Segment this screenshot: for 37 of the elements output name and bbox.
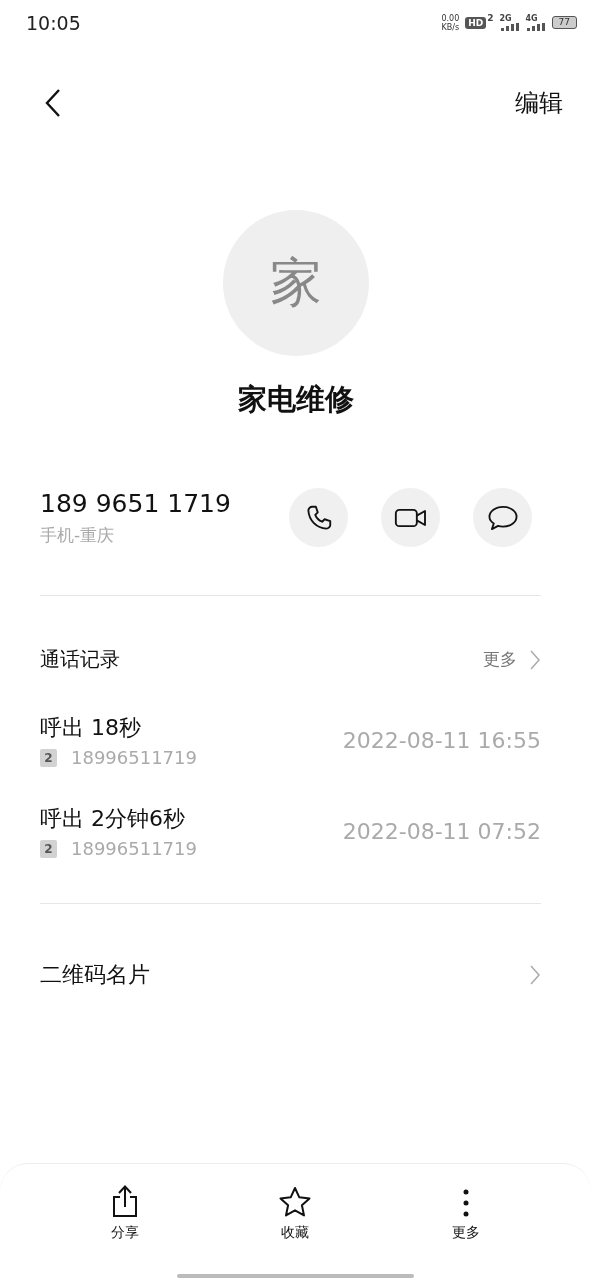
hd-badge: HD [465, 16, 487, 29]
network-type: 4G [525, 14, 538, 23]
more-link[interactable]: 更多 [483, 648, 541, 671]
star-icon [278, 1186, 313, 1218]
more-button[interactable]: 更多 [425, 1180, 506, 1242]
contact-name: 家电维修 [237, 381, 354, 418]
signal-icon [525, 23, 546, 31]
network-type: 2G [499, 14, 512, 23]
chevron-right-icon [529, 648, 541, 671]
net-speed-unit: KB/s [441, 22, 460, 32]
share-icon [111, 1184, 140, 1218]
call-number: 18996511719 [71, 747, 197, 768]
more-icon [461, 1188, 470, 1218]
call-summary: 呼出 2分钟6秒 [40, 805, 186, 833]
sim-badge: 2 [40, 839, 57, 858]
edit-button[interactable]: 编辑 [515, 86, 563, 119]
call-time: 2022-08-11 07:52 [342, 819, 541, 844]
section-title: 通话记录 [40, 646, 120, 673]
phone-number: 189 9651 1719 [40, 488, 231, 518]
qr-card-row[interactable]: 二维码名片 [0, 960, 591, 990]
call-log-entry[interactable]: 呼出 2分钟6秒 2 18996511719 2022-08-11 07:52 [0, 804, 591, 859]
sim-badge: 2 [40, 748, 57, 767]
favorite-button[interactable]: 收藏 [255, 1180, 336, 1242]
call-time: 2022-08-11 16:55 [342, 728, 541, 753]
chevron-right-icon [529, 964, 541, 986]
share-button[interactable]: 分享 [85, 1180, 166, 1242]
call-log-entry[interactable]: 呼出 18秒 2 18996511719 2022-08-11 16:55 [0, 713, 591, 768]
hd-sim-number: 2 [487, 13, 494, 23]
avatar: 家 [222, 210, 369, 356]
call-number: 18996511719 [71, 838, 197, 859]
call-summary: 呼出 18秒 [40, 714, 142, 742]
phone-label: 手机-重庆 [40, 523, 116, 547]
battery-indicator: 77 [551, 16, 577, 29]
qr-card-label: 二维码名片 [40, 961, 150, 989]
status-time: 10:05 [26, 11, 81, 34]
signal-icon [499, 23, 520, 31]
net-speed: 0.00 [441, 13, 460, 23]
